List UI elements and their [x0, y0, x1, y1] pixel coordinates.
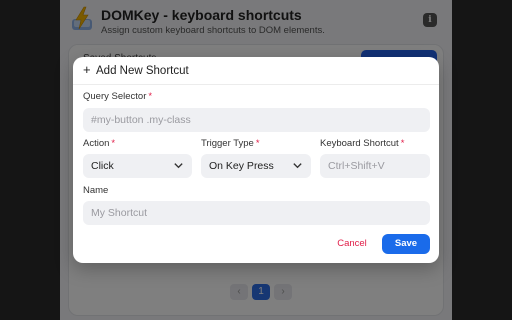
trigger-type-select[interactable]: On Key Press — [201, 154, 311, 178]
cancel-button[interactable]: Cancel — [333, 234, 371, 254]
required-marker: * — [148, 91, 153, 102]
action-select-value: Click — [91, 160, 114, 172]
modal-header: + Add New Shortcut — [73, 57, 439, 85]
save-button[interactable]: Save — [382, 234, 430, 254]
name-input[interactable]: My Shortcut — [83, 201, 430, 225]
action-select[interactable]: Click — [83, 154, 192, 178]
trigger-type-select-value: On Key Press — [209, 160, 274, 172]
add-shortcut-modal: + Add New Shortcut Query Selector * #my-b… — [73, 57, 439, 263]
required-marker: * — [400, 138, 405, 149]
plus-icon: + — [83, 62, 91, 77]
trigger-type-label: Trigger Type * — [201, 138, 260, 149]
query-selector-label: Query Selector * — [83, 91, 153, 102]
required-marker: * — [111, 138, 116, 149]
chevron-down-icon — [293, 163, 302, 169]
action-label: Action * — [83, 138, 116, 149]
required-marker: * — [255, 138, 260, 149]
chevron-down-icon — [174, 163, 183, 169]
keyboard-shortcut-label: Keyboard Shortcut * — [320, 138, 405, 149]
name-label: Name — [83, 185, 109, 196]
keyboard-shortcut-input[interactable]: Ctrl+Shift+V — [320, 154, 430, 178]
query-selector-input[interactable]: #my-button .my-class — [83, 108, 430, 132]
modal-title: Add New Shortcut — [96, 65, 189, 77]
